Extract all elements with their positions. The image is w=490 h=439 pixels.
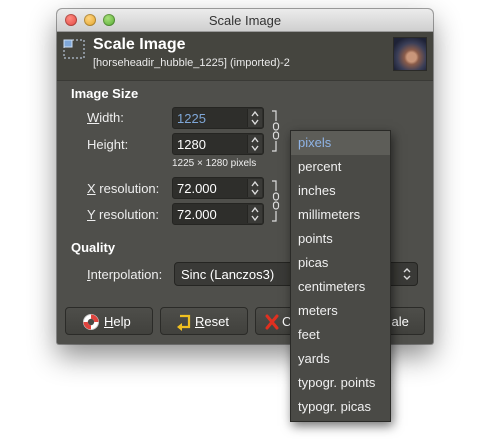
unit-option-typogr-picas[interactable]: typogr. picas <box>291 395 390 419</box>
help-button[interactable]: Help <box>65 307 153 335</box>
height-label-pre: Hei <box>87 137 107 152</box>
unit-option-centimeters[interactable]: centimeters <box>291 275 390 299</box>
pixel-size-info: 1225 × 1280 pixels <box>172 158 257 169</box>
height-spinner[interactable] <box>247 135 262 153</box>
help-button-label[interactable]: Help <box>104 314 131 329</box>
width-label-rest: idth: <box>99 110 124 125</box>
unit-option-pixels[interactable]: pixels <box>291 131 390 155</box>
reset-button-label[interactable]: Reset <box>195 314 229 329</box>
unit-option-yards[interactable]: yards <box>291 347 390 371</box>
width-spinner[interactable] <box>247 109 262 127</box>
header-title: Scale Image <box>93 36 186 53</box>
help-label-rest[interactable]: elp <box>113 314 130 329</box>
size-chain-link-icon[interactable] <box>271 109 281 153</box>
x-resolution-label: X resolution: <box>87 181 159 196</box>
unit-option-picas[interactable]: picas <box>291 251 390 275</box>
unit-option-millimeters[interactable]: millimeters <box>291 203 390 227</box>
x-resolution-spinner[interactable] <box>247 179 262 197</box>
unit-option-inches[interactable]: inches <box>291 179 390 203</box>
window-title: Scale Image <box>208 13 282 28</box>
width-value[interactable]: 1225 <box>177 111 206 126</box>
scale-layer-icon <box>63 39 85 59</box>
interpolation-label-rest: nterpolation: <box>90 267 163 282</box>
height-value[interactable]: 1280 <box>177 137 206 152</box>
window-titlebar[interactable]: Scale Image <box>57 9 433 32</box>
lifebuoy-icon <box>83 314 99 330</box>
unit-dropdown-menu[interactable]: pixels percent inches millimeters points… <box>290 130 391 422</box>
width-mnemonic: W <box>87 110 100 125</box>
y-resolution-field[interactable]: 72.000 <box>172 203 264 225</box>
x-resolution-value[interactable]: 72.000 <box>177 181 217 196</box>
x-resolution-label-rest: resolution: <box>95 181 160 196</box>
image-size-heading: Image Size <box>71 86 139 101</box>
height-label: Height: <box>87 137 128 152</box>
header-subtitle: [horseheadir_hubble_1225] (imported)-2 <box>93 57 290 69</box>
y-resolution-value[interactable]: 72.000 <box>177 207 217 222</box>
unit-option-feet[interactable]: feet <box>291 323 390 347</box>
interpolation-label: Interpolation: <box>87 267 162 282</box>
unit-option-typogr-points[interactable]: typogr. points <box>291 371 390 395</box>
cancel-x-icon <box>265 314 279 330</box>
y-resolution-label: Y resolution: <box>87 207 159 222</box>
interpolation-value[interactable]: Sinc (Lanczos3) <box>181 267 274 282</box>
resolution-chain-link-icon[interactable] <box>271 179 281 223</box>
reset-label-rest[interactable]: eset <box>204 314 229 329</box>
x-resolution-field[interactable]: 72.000 <box>172 177 264 199</box>
y-resolution-spinner[interactable] <box>247 205 262 223</box>
select-arrows-icon <box>403 268 411 280</box>
unit-option-points[interactable]: points <box>291 227 390 251</box>
height-label-rest: ht: <box>113 137 129 152</box>
reset-mnemonic[interactable]: R <box>195 314 204 329</box>
reset-arrow-icon <box>177 314 191 331</box>
height-field[interactable]: 1280 <box>172 133 264 155</box>
width-field[interactable]: 1225 <box>172 107 264 129</box>
unit-option-percent[interactable]: percent <box>291 155 390 179</box>
reset-button[interactable]: Reset <box>160 307 248 335</box>
image-thumbnail <box>393 37 427 71</box>
y-resolution-label-rest: resolution: <box>95 207 160 222</box>
width-label: Width: <box>87 110 124 125</box>
height-mnemonic: g <box>106 137 114 152</box>
quality-heading: Quality <box>71 240 116 255</box>
x-resolution-mnemonic: X <box>87 181 96 196</box>
unit-option-meters[interactable]: meters <box>291 299 390 323</box>
help-mnemonic[interactable]: H <box>104 314 113 329</box>
dialog-header: Scale Image [horseheadir_hubble_1225] (i… <box>57 32 433 81</box>
